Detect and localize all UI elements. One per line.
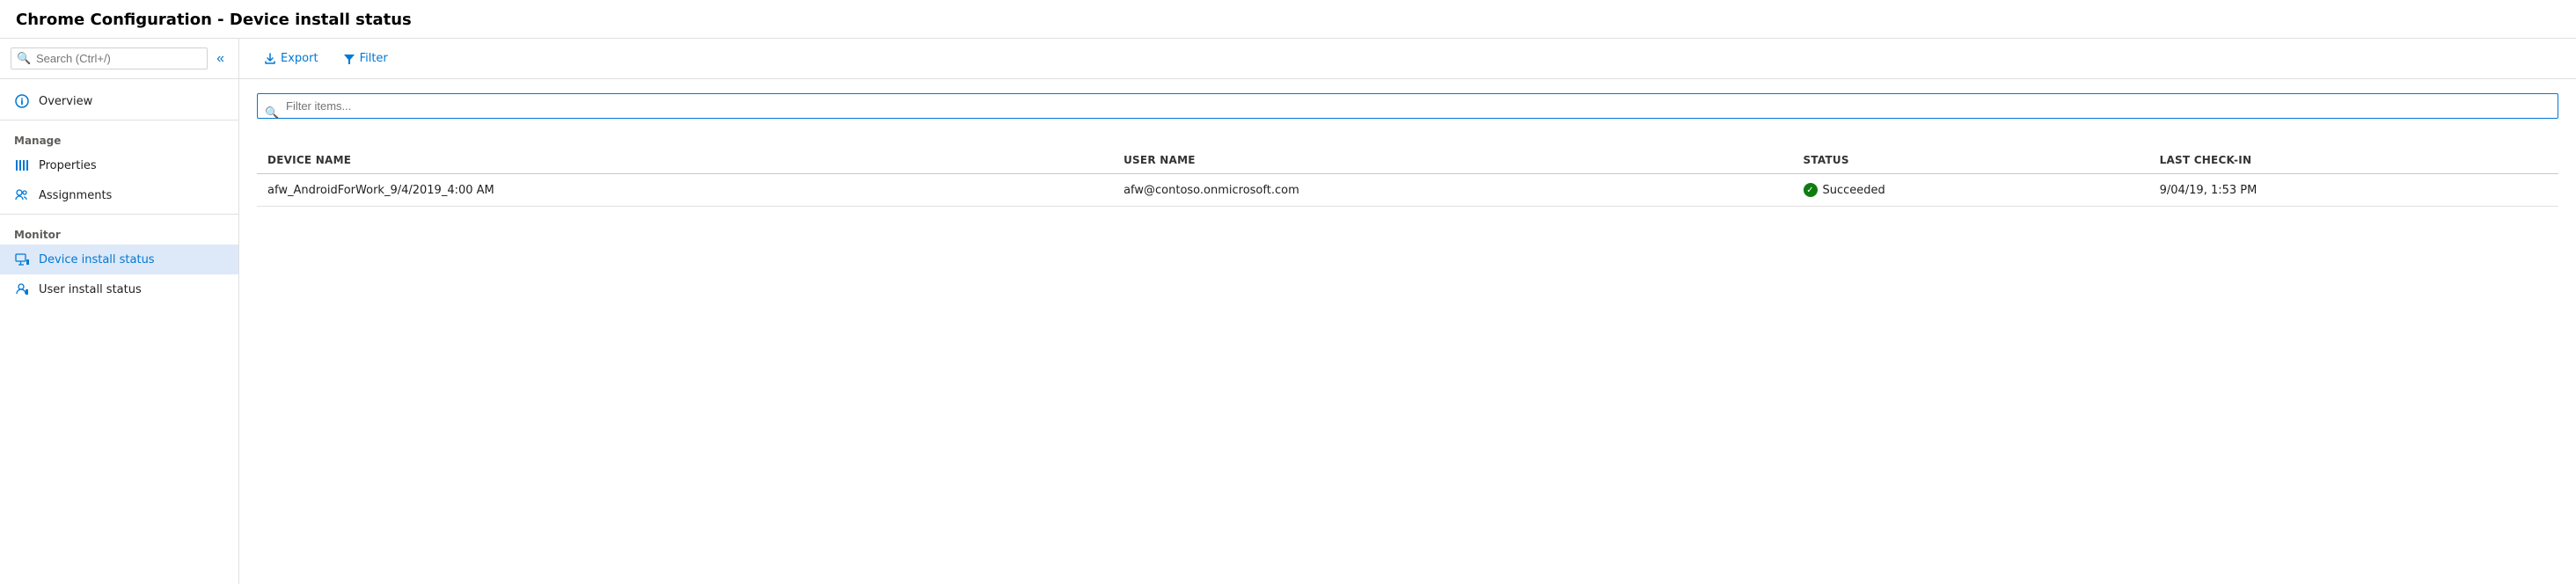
sidebar-item-label-assignments: Assignments xyxy=(39,189,112,202)
assignments-icon xyxy=(14,187,30,203)
col-header-last-checkin: LAST CHECK-IN xyxy=(2149,147,2558,174)
status-badge: Succeeded xyxy=(1804,183,2139,197)
title-bar: Chrome Configuration - Device install st… xyxy=(0,0,2576,39)
export-label: Export xyxy=(281,52,318,65)
svg-text:i: i xyxy=(20,98,23,107)
table-row: afw_AndroidForWork_9/4/2019_4:00 AMafw@c… xyxy=(257,174,2558,207)
search-icon: 🔍 xyxy=(17,52,31,65)
sidebar-item-label-overview: Overview xyxy=(39,95,92,108)
filter-button[interactable]: Filter xyxy=(336,47,395,69)
filter-search-wrap: 🔍 xyxy=(257,93,2558,133)
filter-icon xyxy=(343,53,355,65)
col-header-status: STATUS xyxy=(1793,147,2149,174)
sidebar-divider-2 xyxy=(0,214,238,215)
col-header-user-name: USER NAME xyxy=(1113,147,1792,174)
sidebar-nav: i Overview Manage Properties xyxy=(0,79,238,584)
sidebar-item-user-install-status[interactable]: User install status xyxy=(0,274,238,304)
status-text: Succeeded xyxy=(1823,184,1885,197)
sidebar-item-assignments[interactable]: Assignments xyxy=(0,180,238,210)
toolbar: Export Filter xyxy=(239,39,2576,79)
sidebar-section-manage: Manage xyxy=(0,124,238,150)
page-title: Chrome Configuration - Device install st… xyxy=(16,11,2560,29)
device-status-icon xyxy=(14,252,30,267)
sidebar-search-input[interactable] xyxy=(11,47,208,69)
sidebar-item-properties[interactable]: Properties xyxy=(0,150,238,180)
filter-search-icon: 🔍 xyxy=(265,106,279,120)
sidebar-section-monitor: Monitor xyxy=(0,218,238,245)
sidebar-item-device-install-status[interactable]: Device install status xyxy=(0,245,238,274)
success-icon xyxy=(1804,183,1818,197)
sidebar-item-label-device-install-status: Device install status xyxy=(39,253,155,266)
filter-search-input[interactable] xyxy=(257,93,2558,119)
table-header-row: DEVICE NAME USER NAME STATUS LAST CHECK-… xyxy=(257,147,2558,174)
export-icon xyxy=(264,53,276,65)
user-status-icon xyxy=(14,281,30,297)
cell-user-name: afw@contoso.onmicrosoft.com xyxy=(1113,174,1792,207)
data-table: DEVICE NAME USER NAME STATUS LAST CHECK-… xyxy=(257,147,2558,207)
col-header-device-name: DEVICE NAME xyxy=(257,147,1113,174)
sidebar: 🔍 « i Overview Manage xyxy=(0,39,239,584)
cell-status: Succeeded xyxy=(1793,174,2149,207)
main-layout: 🔍 « i Overview Manage xyxy=(0,39,2576,584)
sidebar-item-label-properties: Properties xyxy=(39,159,97,172)
filter-label: Filter xyxy=(360,52,388,65)
sidebar-item-label-user-install-status: User install status xyxy=(39,283,142,296)
table-area: 🔍 DEVICE NAME USER NAME STATUS LAST CHEC… xyxy=(239,79,2576,584)
sidebar-search-wrap: 🔍 xyxy=(11,47,208,69)
info-icon: i xyxy=(14,93,30,109)
properties-icon xyxy=(14,157,30,173)
sidebar-search-row: 🔍 « xyxy=(0,39,238,79)
content-area: Export Filter 🔍 DEVICE NAME xyxy=(239,39,2576,584)
sidebar-item-overview[interactable]: i Overview xyxy=(0,86,238,116)
cell-last-checkin: 9/04/19, 1:53 PM xyxy=(2149,174,2558,207)
export-button[interactable]: Export xyxy=(257,47,326,69)
sidebar-collapse-button[interactable]: « xyxy=(213,49,228,69)
cell-device-name: afw_AndroidForWork_9/4/2019_4:00 AM xyxy=(257,174,1113,207)
